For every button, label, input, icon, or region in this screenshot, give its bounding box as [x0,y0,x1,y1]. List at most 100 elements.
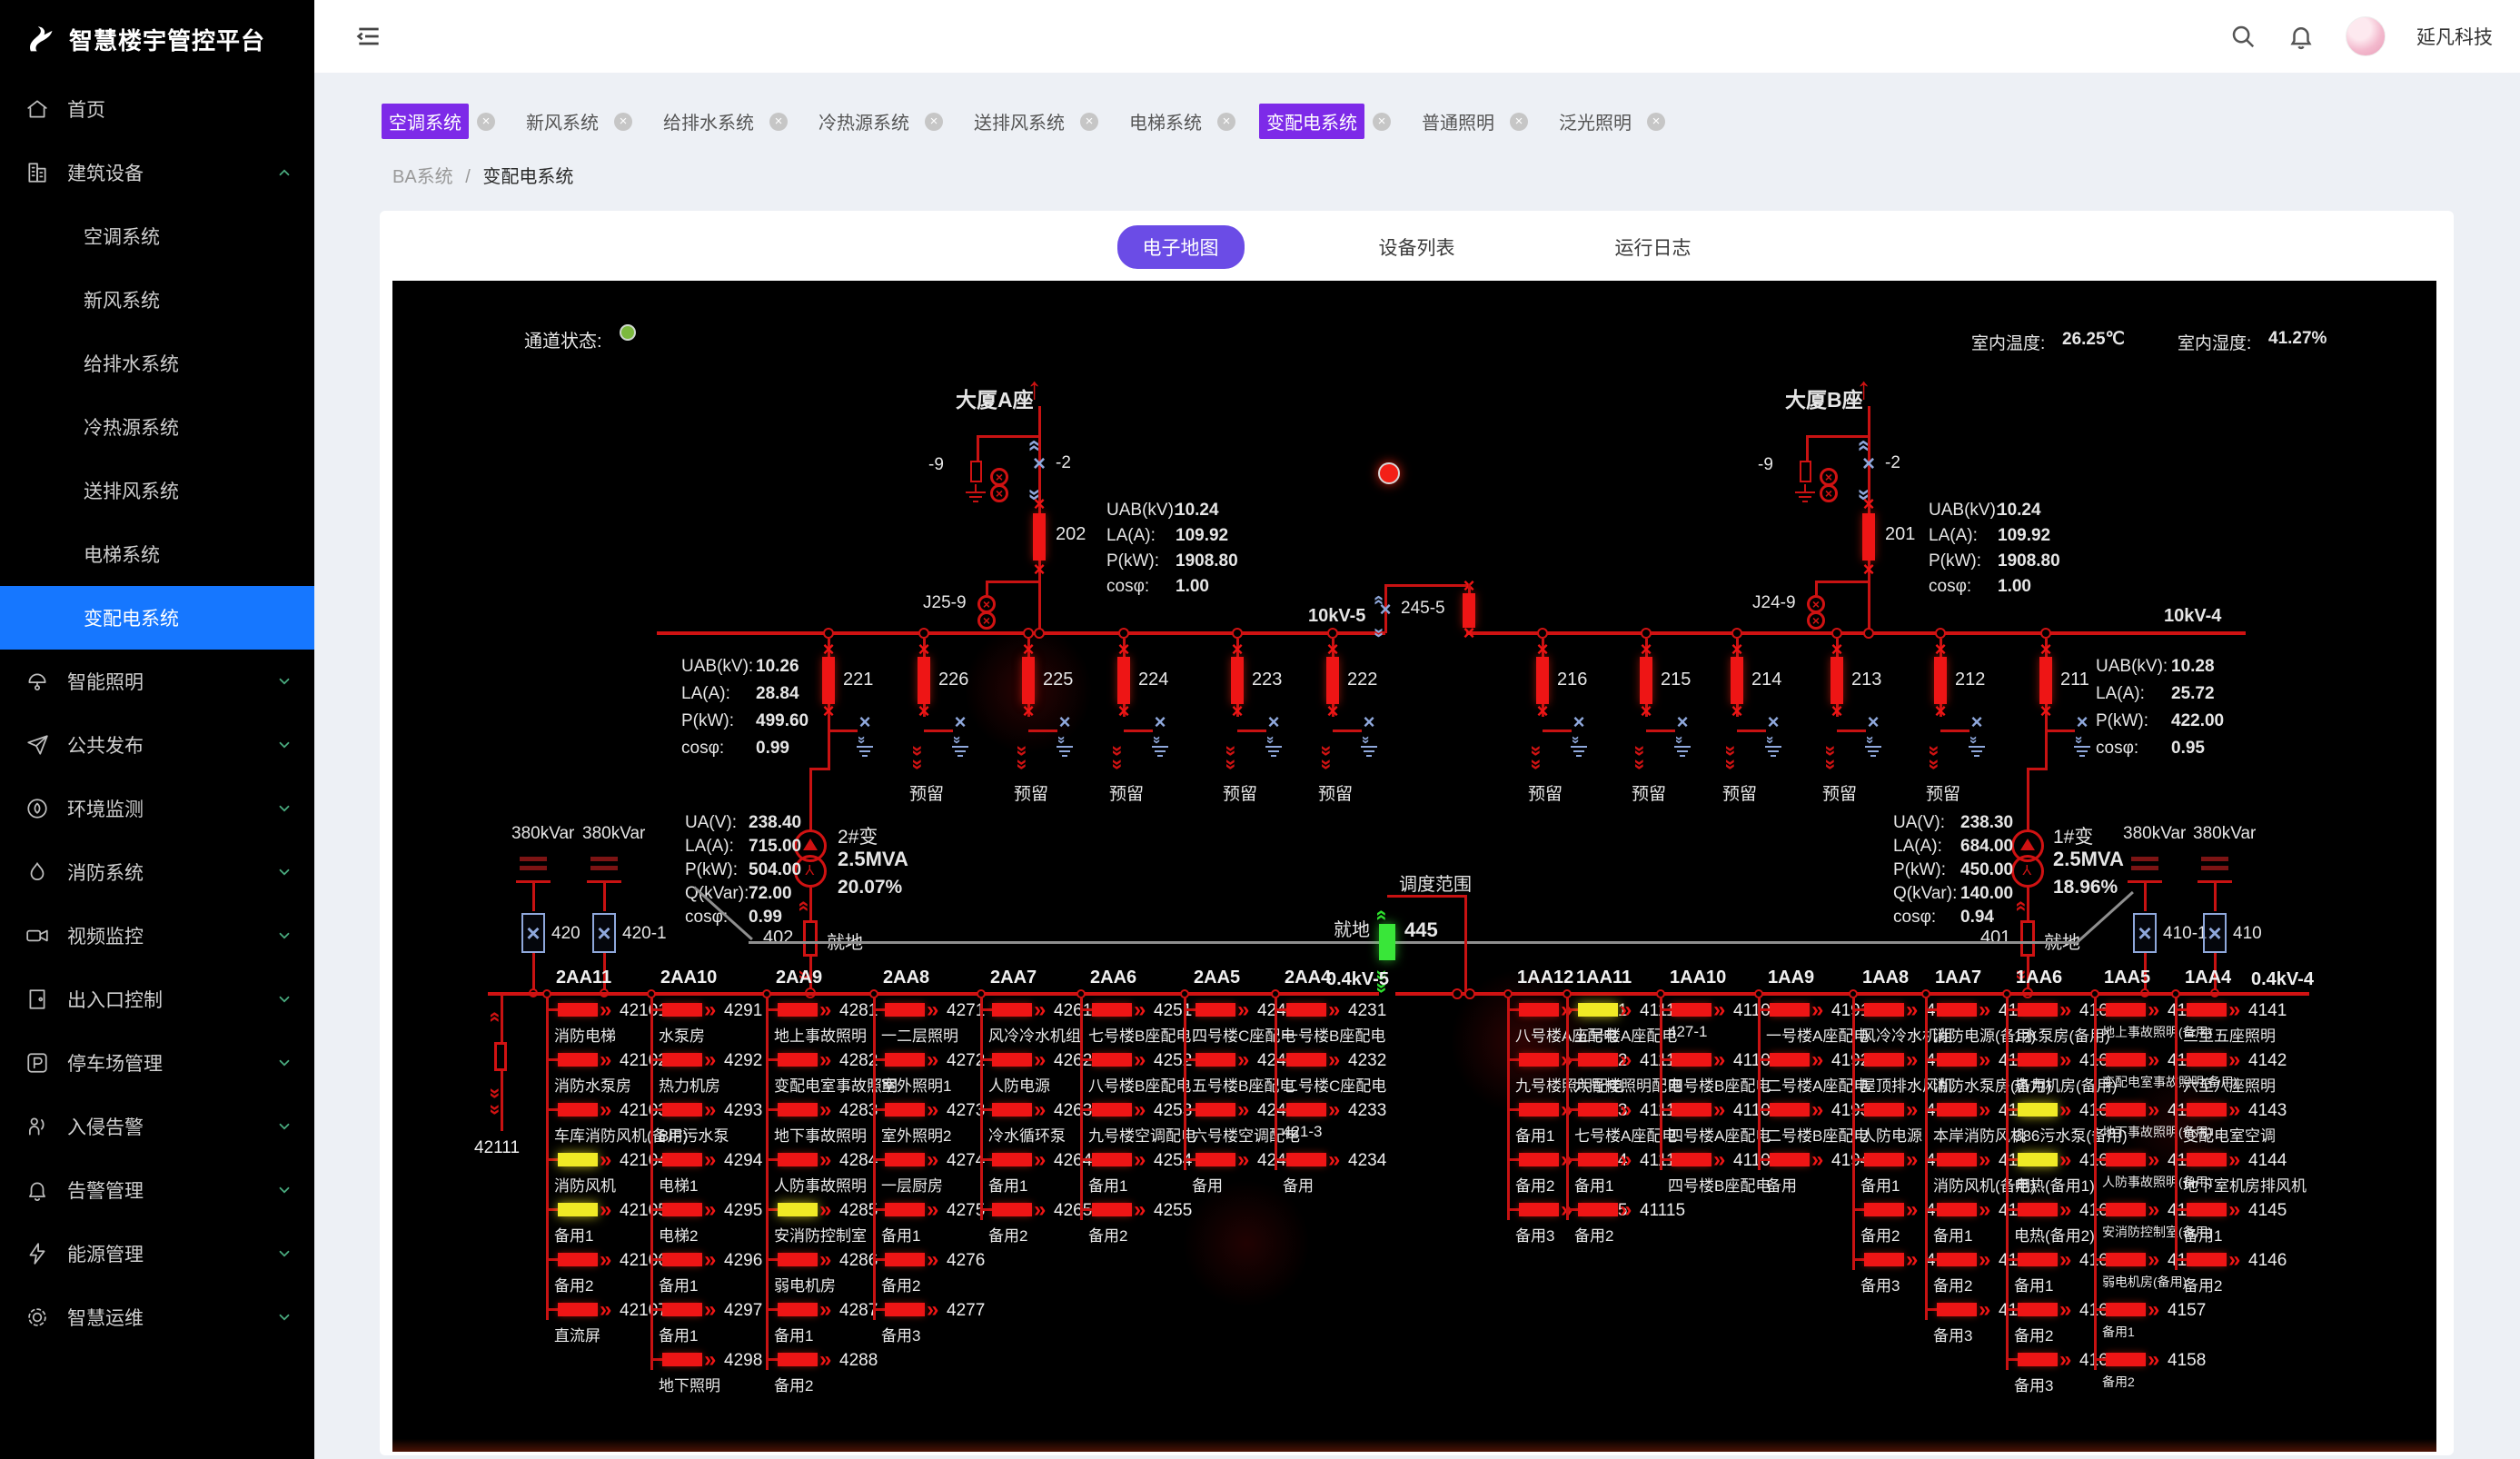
sidebar-item-12[interactable]: 智慧运维 [0,1285,314,1349]
lv-feeder-breaker[interactable] [1937,1303,1977,1316]
lv-feeder-breaker[interactable] [778,1253,818,1266]
view-tab[interactable]: 运行日志 [1590,225,1717,269]
lv-feeder-breaker[interactable] [1937,1253,1977,1266]
alarm-indicator-dot[interactable] [1378,462,1400,484]
feeder-breaker[interactable] [1536,657,1549,704]
view-tab[interactable]: 电子地图 [1117,225,1245,269]
lv-feeder-breaker[interactable] [885,1003,925,1017]
lv-feeder-breaker[interactable] [992,1153,1032,1166]
lv-feeder-breaker[interactable] [2106,1153,2146,1166]
lv-feeder-breaker[interactable] [2018,1103,2058,1117]
lv-feeder-breaker[interactable] [1286,1153,1326,1166]
close-icon[interactable]: × [1217,113,1235,131]
lv-feeder-breaker[interactable] [2187,1203,2227,1216]
lv-feeder-breaker[interactable] [1864,1103,1904,1117]
lv-feeder-breaker[interactable] [1092,1203,1132,1216]
lv-feeder-breaker[interactable] [1770,1153,1810,1166]
sidebar-item-7[interactable]: 出入口控制 [0,968,314,1031]
lv-feeder-breaker[interactable] [1286,1053,1326,1067]
search-icon[interactable] [2229,23,2257,50]
lv-feeder-breaker[interactable] [1864,1203,1904,1216]
lv-feeder-breaker[interactable] [992,1203,1032,1216]
incomer-breaker[interactable] [1862,513,1875,561]
lv-feeder-breaker[interactable] [558,1053,598,1067]
lv-feeder-breaker[interactable] [1937,1203,1977,1216]
close-icon[interactable]: × [769,113,788,131]
lv-feeder-breaker[interactable] [2187,1253,2227,1266]
feeder-breaker[interactable] [918,657,930,704]
sidebar-item-0[interactable]: 首页 [0,77,314,141]
tab-chip[interactable]: 送排风系统 [967,104,1072,139]
lv-feeder-breaker[interactable] [1770,1003,1810,1017]
lv-feeder-breaker[interactable] [2018,1353,2058,1366]
lv-feeder-breaker[interactable] [1286,1103,1326,1117]
lv-feeder-breaker[interactable] [1864,1153,1904,1166]
lv-feeder-breaker[interactable] [1196,1103,1235,1117]
lv-feeder-breaker[interactable] [1519,1153,1559,1166]
lv-feeder-breaker[interactable] [1937,1153,1977,1166]
feeder-breaker[interactable] [1022,657,1035,704]
lv-feeder-breaker[interactable] [1672,1003,1711,1017]
sidebar-item-4[interactable]: 环境监测 [0,777,314,840]
lv-feeder-breaker[interactable] [1672,1103,1711,1117]
tab-chip[interactable]: 普通照明 [1414,104,1502,139]
lv-feeder-breaker[interactable] [1578,1003,1618,1017]
lv-feeder-breaker[interactable] [2106,1203,2146,1216]
sidebar-subitem[interactable]: 变配电系统 [0,586,314,650]
lv-feeder-breaker[interactable] [1519,1053,1559,1067]
sidebar-item-3[interactable]: 公共发布 [0,713,314,777]
lv-feeder-breaker[interactable] [992,1003,1032,1017]
lv-feeder-breaker[interactable] [1519,1103,1559,1117]
lv-feeder-breaker[interactable] [2106,1353,2146,1366]
view-tab[interactable]: 设备列表 [1354,225,1481,269]
lv-feeder-breaker[interactable] [2187,1003,2227,1017]
lv-feeder-breaker[interactable] [558,1153,598,1166]
company-name[interactable]: 延凡科技 [2416,23,2493,50]
lv-feeder-breaker[interactable] [885,1253,925,1266]
feeder-breaker[interactable] [2039,657,2052,704]
lv-feeder-breaker[interactable] [662,1103,702,1117]
breadcrumb-parent[interactable]: BA系统 [392,167,453,187]
lv-feeder-breaker[interactable] [662,1053,702,1067]
lv-feeder-breaker[interactable] [778,1003,818,1017]
scada-canvas[interactable]: 通道状态: 室内温度: 26.25℃ 室内湿度: 41.27% 大厦A座↑××-… [392,281,2436,1452]
tab-chip[interactable]: 泛光照明 [1552,104,1639,139]
close-icon[interactable]: × [477,113,495,131]
lv-feeder-breaker[interactable] [778,1353,818,1366]
tab-chip[interactable]: 变配电系统 [1259,104,1364,139]
sidebar-subitem[interactable]: 电梯系统 [0,522,314,586]
lv-feeder-breaker[interactable] [2187,1153,2227,1166]
user-avatar[interactable] [2346,16,2386,56]
lv-feeder-breaker[interactable] [1092,1153,1132,1166]
lv-feeder-breaker[interactable] [992,1103,1032,1117]
lv-feeder-breaker[interactable] [778,1203,818,1216]
lv-feeder-breaker[interactable] [662,1253,702,1266]
lv-feeder-breaker[interactable] [1092,1103,1132,1117]
close-icon[interactable]: × [1510,113,1528,131]
lv-feeder-breaker[interactable] [778,1153,818,1166]
feeder-breaker[interactable] [1326,657,1339,704]
lv-feeder-breaker[interactable] [1770,1053,1810,1067]
feeder-breaker[interactable] [1117,657,1130,704]
tab-chip[interactable]: 电梯系统 [1122,104,1209,139]
lv-feeder-breaker[interactable] [1578,1053,1618,1067]
lv-feeder-breaker[interactable] [2018,1303,2058,1316]
lv-feeder-breaker[interactable] [662,1003,702,1017]
lv-feeder-breaker[interactable] [2018,1253,2058,1266]
lv-feeder-breaker[interactable] [1864,1253,1904,1266]
sidebar-subitem[interactable]: 给排水系统 [0,332,314,395]
lv-feeder-breaker[interactable] [885,1203,925,1216]
lv-tie-breaker[interactable] [1379,924,1395,960]
lv-feeder-breaker[interactable] [2018,1153,2058,1166]
lv-feeder-breaker[interactable] [1092,1053,1132,1067]
lv-feeder-breaker[interactable] [2018,1203,2058,1216]
lv-feeder-breaker[interactable] [778,1053,818,1067]
lv-feeder-breaker[interactable] [558,1253,598,1266]
close-icon[interactable]: × [925,113,943,131]
feeder-breaker[interactable] [1640,657,1652,704]
feeder-breaker[interactable] [1934,657,1947,704]
lv-feeder-breaker[interactable] [1196,1153,1235,1166]
close-icon[interactable]: × [614,113,632,131]
lv-incomer-breaker[interactable] [803,920,818,957]
lv-feeder-breaker[interactable] [778,1303,818,1316]
